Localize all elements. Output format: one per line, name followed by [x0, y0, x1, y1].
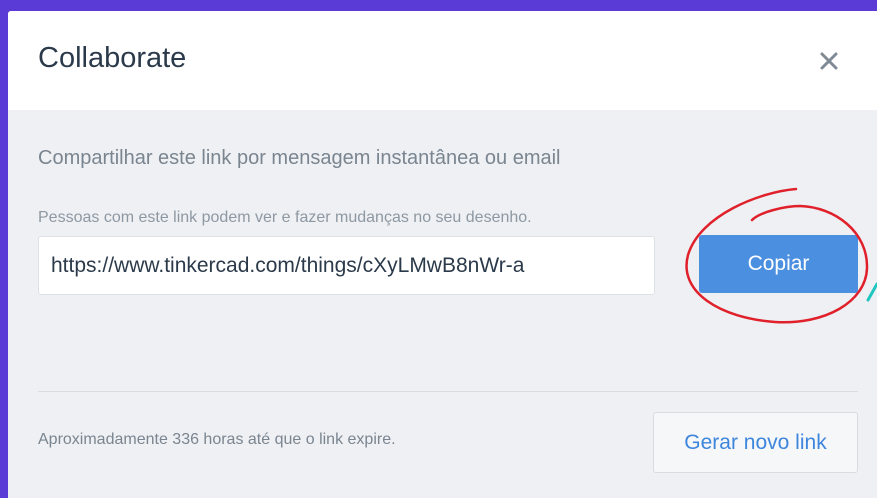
share-link-input[interactable]: [38, 236, 655, 295]
close-button[interactable]: [811, 43, 847, 79]
divider: [38, 391, 858, 392]
link-expiry-text: Aproximadamente 336 horas até que o link…: [38, 431, 396, 448]
collaborate-dialog: Collaborate Compartilhar este link por m…: [8, 11, 877, 498]
copy-button[interactable]: Copiar: [699, 235, 858, 293]
generate-new-link-button[interactable]: Gerar novo link: [653, 412, 858, 473]
share-hint: Pessoas com este link podem ver e fazer …: [38, 209, 532, 226]
share-subtitle: Compartilhar este link por mensagem inst…: [38, 147, 561, 169]
dialog-title: Collaborate: [38, 42, 187, 74]
dialog-header: Collaborate: [8, 11, 877, 110]
close-icon: [820, 52, 838, 70]
